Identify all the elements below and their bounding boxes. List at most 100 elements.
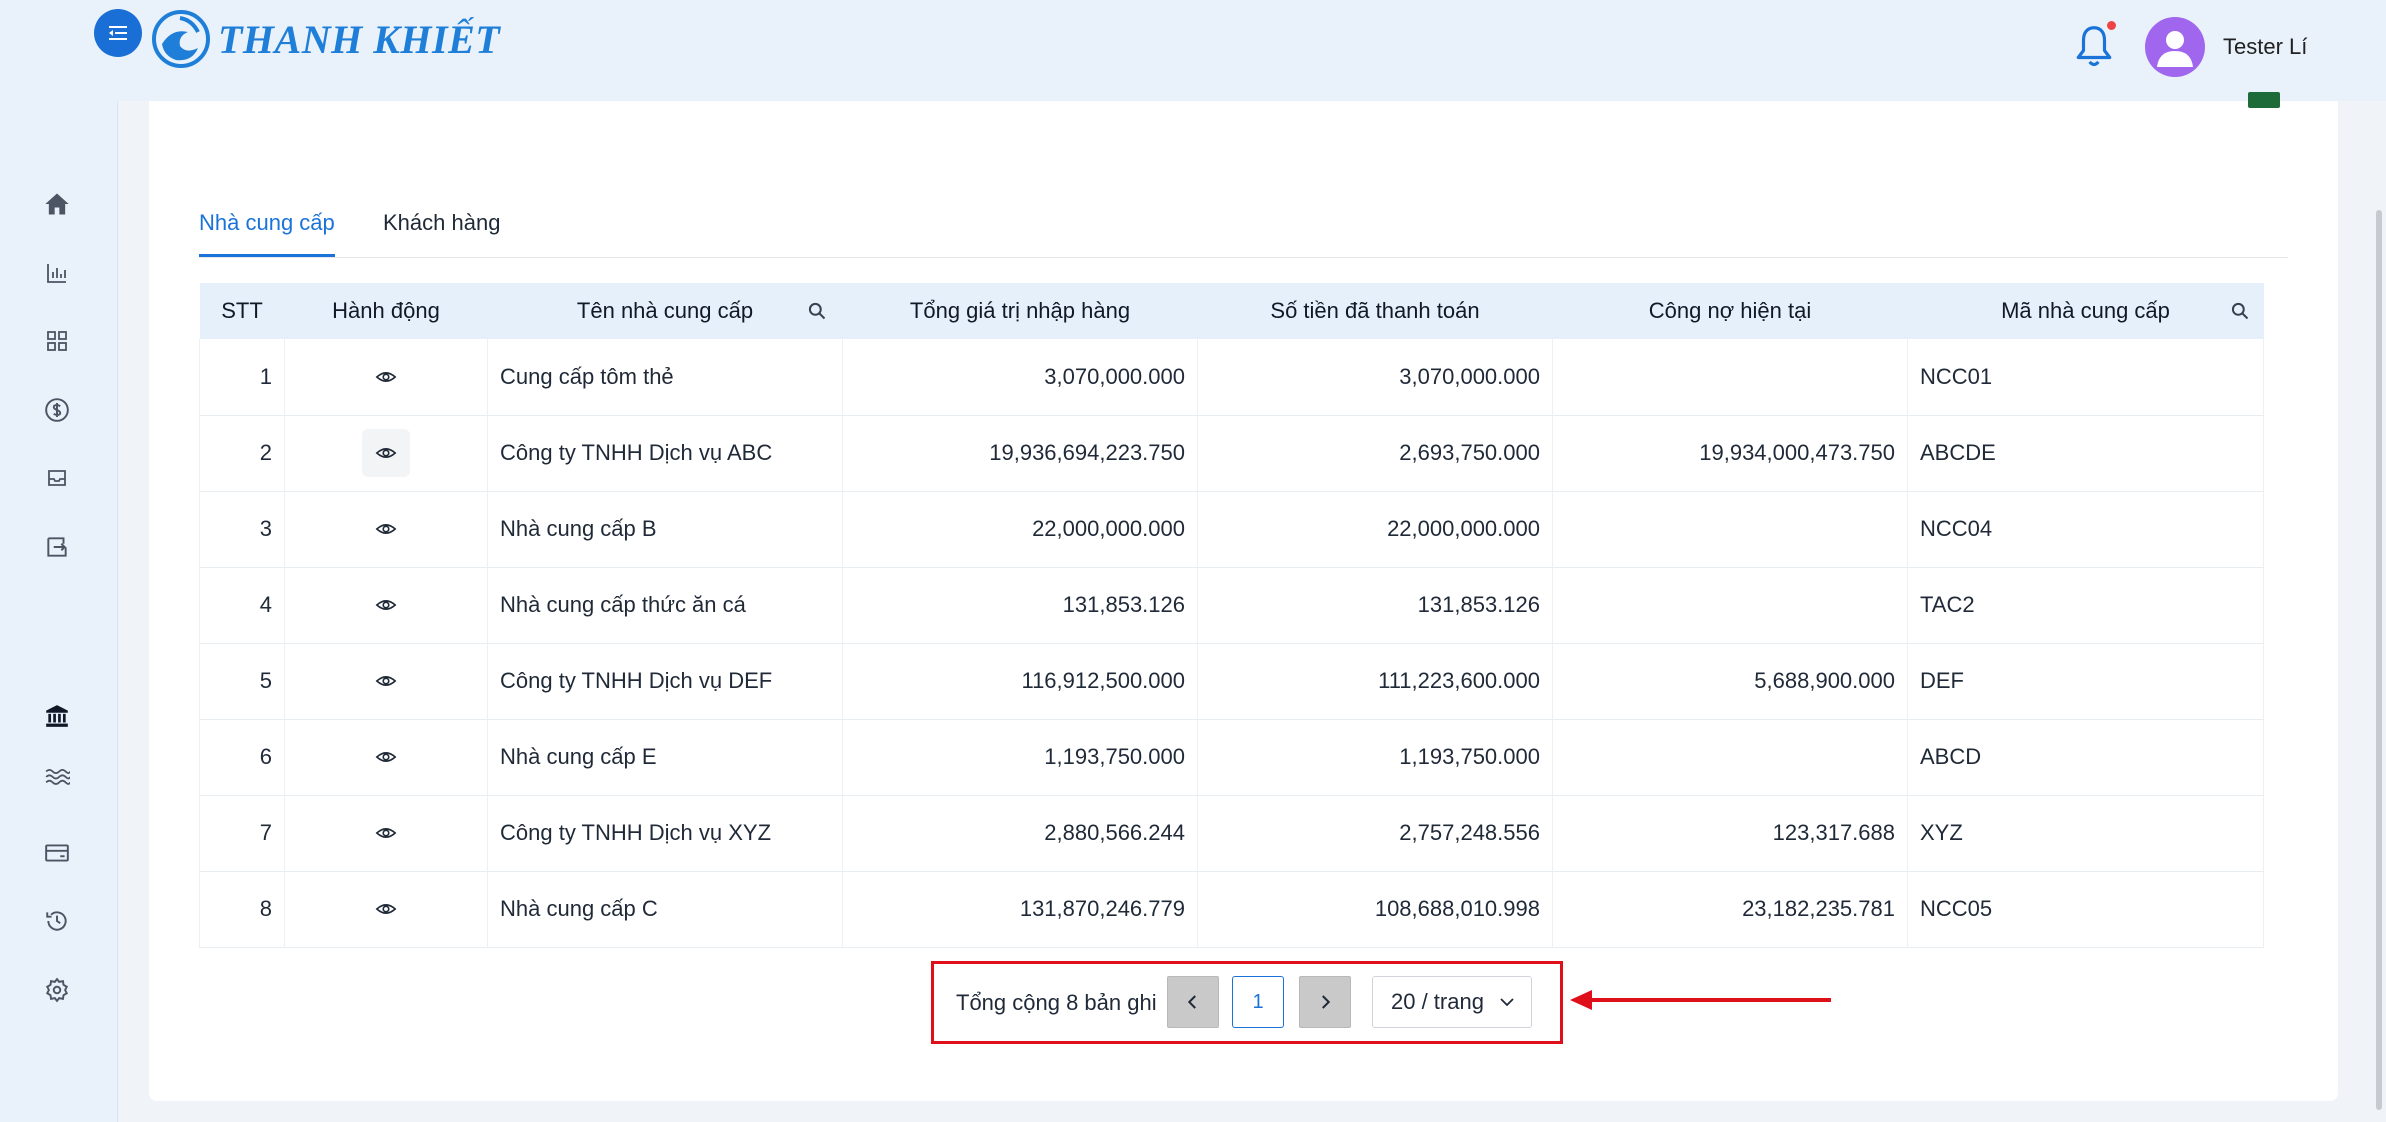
table-row: 5 Công ty TNHH Dịch vụ DEF 116,912,500.000… [199, 643, 2264, 720]
cell-name: Nhà cung cấp thức ăn cá [487, 567, 843, 644]
cell-action [284, 415, 488, 492]
view-button[interactable] [362, 505, 410, 553]
view-button[interactable] [362, 809, 410, 857]
menu-fold-icon [109, 26, 127, 40]
pagination: Tổng cộng 8 bản ghi 1 20 / trang [931, 961, 1563, 1044]
cell-paid: 2,757,248.556 [1197, 795, 1553, 872]
cell-total-import: 1,193,750.000 [842, 719, 1198, 796]
supplier-table: STT Hành động Tên nhà cung cấp Tổng giá … [199, 283, 2264, 948]
cell-name: Nhà cung cấp E [487, 719, 843, 796]
cell-code: ABCDE [1907, 415, 2264, 492]
cell-total-import: 3,070,000.000 [842, 339, 1198, 416]
brand-logo[interactable]: THANH KHIẾT [152, 10, 500, 68]
cell-debt: 23,182,235.781 [1552, 871, 1908, 948]
grid-icon[interactable] [42, 326, 72, 356]
cell-action [284, 795, 488, 872]
bank-icon[interactable] [42, 701, 72, 731]
search-icon[interactable] [2230, 301, 2250, 321]
view-button[interactable] [362, 657, 410, 705]
cell-name: Nhà cung cấp C [487, 871, 843, 948]
user-icon [2157, 31, 2193, 67]
tab-bar: Nhà cung cấp Khách hàng [199, 206, 2288, 258]
col-header-action: Hành động [284, 283, 488, 339]
notification-dot [2107, 21, 2116, 30]
view-button[interactable] [362, 429, 410, 477]
table-header-row: STT Hành động Tên nhà cung cấp Tổng giá … [199, 283, 2264, 339]
card-icon[interactable] [42, 838, 72, 868]
search-icon[interactable] [807, 301, 827, 321]
col-header-code-label: Mã nhà cung cấp [2001, 298, 2170, 323]
menu-collapse-button[interactable] [94, 9, 142, 57]
eye-icon [375, 676, 397, 686]
col-header-name-label: Tên nhà cung cấp [576, 298, 754, 323]
cell-stt: 5 [199, 643, 285, 720]
waves-icon[interactable] [42, 763, 72, 793]
cell-paid: 2,693,750.000 [1197, 415, 1553, 492]
cell-stt: 4 [199, 567, 285, 644]
history-icon[interactable] [42, 906, 72, 936]
cell-code: TAC2 [1907, 567, 2264, 644]
cell-action [284, 567, 488, 644]
cell-total-import: 19,936,694,223.750 [842, 415, 1198, 492]
scrollbar[interactable] [2376, 210, 2382, 1110]
settings-icon[interactable] [42, 975, 72, 1005]
cell-debt: 123,317.688 [1552, 795, 1908, 872]
view-button[interactable] [362, 353, 410, 401]
eye-icon [375, 828, 397, 838]
prev-page-button[interactable] [1167, 976, 1219, 1028]
table-row: 6 Nhà cung cấp E 1,193,750.000 1,193,750.00… [199, 719, 2264, 796]
avatar[interactable] [2145, 17, 2205, 77]
cell-debt [1552, 339, 1908, 416]
tab-customers[interactable]: Khách hàng [383, 210, 500, 254]
inbox-icon[interactable] [42, 463, 72, 493]
cell-debt: 5,688,900.000 [1552, 643, 1908, 720]
home-icon[interactable] [42, 189, 72, 219]
user-name[interactable]: Tester Lí [2223, 34, 2307, 60]
chevron-left-icon [1187, 995, 1196, 1009]
cell-code: DEF [1907, 643, 2264, 720]
cell-action [284, 491, 488, 568]
tab-suppliers[interactable]: Nhà cung cấp [199, 210, 335, 257]
eye-icon [375, 524, 397, 534]
cell-debt [1552, 567, 1908, 644]
bar-chart-icon[interactable] [42, 258, 72, 288]
logo-icon [152, 10, 210, 68]
transfer-icon[interactable] [42, 532, 72, 562]
export-excel-icon[interactable] [2248, 92, 2280, 108]
cell-paid: 3,070,000.000 [1197, 339, 1553, 416]
notification-bell-icon[interactable] [2073, 24, 2115, 70]
sidebar [0, 101, 118, 1122]
table-row: 7 Công ty TNHH Dịch vụ XYZ 2,880,566.244 2,… [199, 795, 2264, 872]
top-header: THANH KHIẾT Tester Lí [0, 0, 2386, 101]
col-header-total-import: Tổng giá trị nhập hàng [842, 283, 1198, 339]
view-button[interactable] [362, 581, 410, 629]
cell-stt: 3 [199, 491, 285, 568]
cell-paid: 22,000,000.000 [1197, 491, 1553, 568]
eye-icon [375, 448, 397, 458]
cell-action [284, 871, 488, 948]
cell-code: NCC05 [1907, 871, 2264, 948]
cell-name: Nhà cung cấp B [487, 491, 843, 568]
view-button[interactable] [362, 733, 410, 781]
cell-stt: 6 [199, 719, 285, 796]
tab-label: Khách hàng [383, 210, 501, 235]
logo-text: THANH KHIẾT [218, 16, 501, 62]
total-records-label: Tổng cộng 8 bản ghi [956, 990, 1157, 1015]
col-header-stt: STT [199, 283, 285, 339]
page-number-button[interactable]: 1 [1232, 976, 1284, 1028]
cell-stt: 2 [199, 415, 285, 492]
cell-code: NCC01 [1907, 339, 2264, 416]
dollar-icon[interactable] [42, 395, 72, 425]
col-header-debt: Công nợ hiện tại [1552, 283, 1908, 339]
next-page-button[interactable] [1299, 976, 1351, 1028]
cell-total-import: 131,870,246.779 [842, 871, 1198, 948]
cell-paid: 108,688,010.998 [1197, 871, 1553, 948]
page-size-select[interactable]: 20 / trang [1372, 976, 1532, 1028]
cell-name: Công ty TNHH Dịch vụ XYZ [487, 795, 843, 872]
view-button[interactable] [362, 885, 410, 933]
eye-icon [375, 752, 397, 762]
cell-code: NCC04 [1907, 491, 2264, 568]
cell-total-import: 131,853.126 [842, 567, 1198, 644]
cell-action [284, 643, 488, 720]
cell-name: Công ty TNHH Dịch vụ ABC [487, 415, 843, 492]
